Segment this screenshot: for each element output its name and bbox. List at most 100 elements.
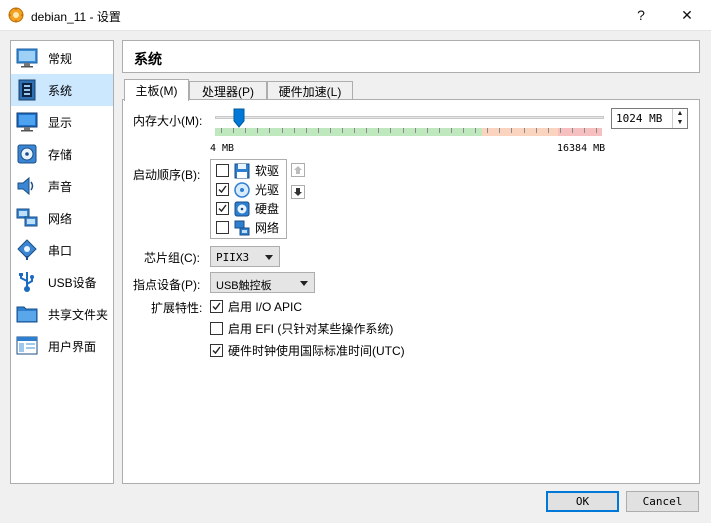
io-apic-option[interactable]: 启用 I/O APIC (210, 298, 302, 314)
boot-order-list: 软驱 光驱 硬盘 网络 (210, 159, 287, 239)
scale-tick (245, 128, 247, 133)
list-item[interactable]: 光驱 (211, 180, 286, 199)
floppy-checkbox[interactable] (216, 164, 229, 177)
display-icon (15, 110, 39, 134)
utc-clock-option[interactable]: 硬件时钟使用国际标准时间(UTC) (210, 342, 405, 358)
memory-spinbox[interactable]: 1024 MB ▲ ▼ (611, 108, 688, 129)
scale-tick (414, 128, 416, 133)
title-bar: debian_11 - 设置 ? ✕ (0, 0, 711, 31)
memory-slider-track[interactable] (215, 116, 604, 119)
scale-tick (547, 128, 549, 133)
system-icon (15, 78, 39, 102)
utc-clock-checkbox[interactable] (210, 343, 223, 357)
list-item[interactable]: 硬盘 (211, 199, 286, 218)
sidebar-item-storage[interactable]: 存储 (11, 138, 113, 170)
scale-tick (584, 128, 585, 133)
memory-min-label: 4 MB (210, 143, 235, 154)
chipset-value: PIIX3 (216, 251, 250, 264)
scale-tick (511, 128, 513, 133)
sidebar-item-network[interactable]: 网络 (11, 202, 113, 234)
sidebar-item-serial-port[interactable]: 串口 (11, 234, 113, 266)
boot-order-label: 启动顺序(B): (133, 168, 201, 182)
help-button[interactable]: ? (618, 0, 664, 30)
scale-tick (342, 128, 343, 133)
sidebar-item-label: 常规 (48, 51, 73, 66)
scale-tick (257, 128, 259, 133)
network-boot-checkbox[interactable] (216, 221, 229, 234)
scale-tick (281, 128, 283, 133)
sidebar-item-system[interactable]: 系统 (11, 74, 113, 106)
memory-scale-ticks (215, 128, 602, 136)
list-item[interactable]: 网络 (211, 218, 286, 237)
efi-checkbox[interactable] (210, 321, 223, 335)
usb-icon (15, 270, 39, 294)
page-title-box: 系统 (122, 40, 700, 73)
hard-disk-checkbox[interactable] (216, 202, 229, 215)
optical-drive-icon (234, 181, 250, 198)
memory-decrease-button[interactable]: ▼ (673, 118, 687, 127)
pointing-device-label: 指点设备(P): (133, 278, 201, 292)
utc-clock-label: 硬件时钟使用国际标准时间(UTC) (228, 343, 405, 358)
scale-tick (221, 128, 222, 133)
scale-tick (571, 128, 573, 133)
chipset-select[interactable]: PIIX3 (210, 246, 280, 267)
memory-max-label: 16384 MB (557, 143, 606, 154)
scale-tick (366, 128, 368, 133)
scale-tick (305, 128, 307, 133)
sidebar-item-display[interactable]: 显示 (11, 106, 113, 138)
ok-button[interactable]: OK (546, 491, 619, 512)
storage-icon (15, 142, 39, 166)
boot-item-label: 网络 (255, 221, 280, 235)
sidebar-item-audio[interactable]: 声音 (11, 170, 113, 202)
scale-tick (354, 128, 356, 133)
scale-tick (293, 128, 295, 133)
chipset-label: 芯片组(C): (144, 251, 200, 265)
tab-acceleration[interactable]: 硬件加速(L) (267, 81, 353, 101)
network-icon (234, 220, 250, 235)
list-item[interactable]: 软驱 (211, 161, 286, 180)
chevron-down-icon (300, 281, 308, 286)
sidebar-item-usb[interactable]: USB设备 (11, 266, 113, 298)
sidebar-item-label: 存储 (48, 147, 73, 162)
move-up-button[interactable] (291, 163, 305, 177)
scale-tick (390, 128, 392, 133)
io-apic-checkbox[interactable] (210, 299, 223, 313)
sidebar-item-label: 显示 (48, 115, 73, 130)
memory-increase-button[interactable]: ▲ (673, 109, 687, 118)
sidebar-item-label: 串口 (48, 243, 73, 258)
sidebar-item-general[interactable]: 常规 (11, 42, 113, 74)
sidebar-item-label: 共享文件夹 (48, 307, 109, 322)
scale-tick (487, 128, 489, 133)
boot-item-label: 光驱 (255, 183, 280, 197)
pointing-device-value: USB触控板 (216, 280, 272, 292)
page-title: 系统 (134, 51, 162, 67)
sidebar-item-shared-folders[interactable]: 共享文件夹 (11, 298, 113, 330)
settings-sidebar: 常规 系统 显示 存储 声音 网络 串口 USB设备 共享文件夹 用户界面 (10, 40, 114, 484)
optical-checkbox[interactable] (216, 183, 229, 196)
boot-item-label: 硬盘 (255, 202, 280, 216)
scale-tick (523, 128, 525, 133)
memory-slider-thumb[interactable] (233, 108, 245, 128)
sidebar-item-user-interface[interactable]: 用户界面 (11, 330, 113, 362)
tab-processor[interactable]: 处理器(P) (189, 81, 267, 101)
close-button[interactable]: ✕ (664, 0, 710, 30)
scale-tick (450, 128, 452, 133)
scale-tick (438, 128, 440, 133)
tab-panel (122, 99, 700, 484)
memory-value[interactable]: 1024 MB (616, 112, 662, 125)
pointing-device-select[interactable]: USB触控板 (210, 272, 315, 293)
scale-tick (378, 128, 380, 133)
general-icon (15, 46, 39, 70)
user-interface-icon (15, 334, 39, 358)
scale-tick (463, 128, 464, 133)
scale-tick (475, 128, 477, 133)
sidebar-item-label: USB设备 (48, 275, 97, 290)
scale-tick (559, 128, 561, 133)
app-icon (8, 7, 24, 23)
efi-option[interactable]: 启用 EFI (只针对某些操作系统) (210, 320, 393, 336)
tab-motherboard[interactable]: 主板(M) (124, 79, 189, 101)
move-down-button[interactable] (291, 185, 305, 199)
cancel-button[interactable]: Cancel (626, 491, 699, 512)
features-label: 扩展特性: (151, 301, 203, 315)
hard-disk-icon (234, 201, 250, 216)
